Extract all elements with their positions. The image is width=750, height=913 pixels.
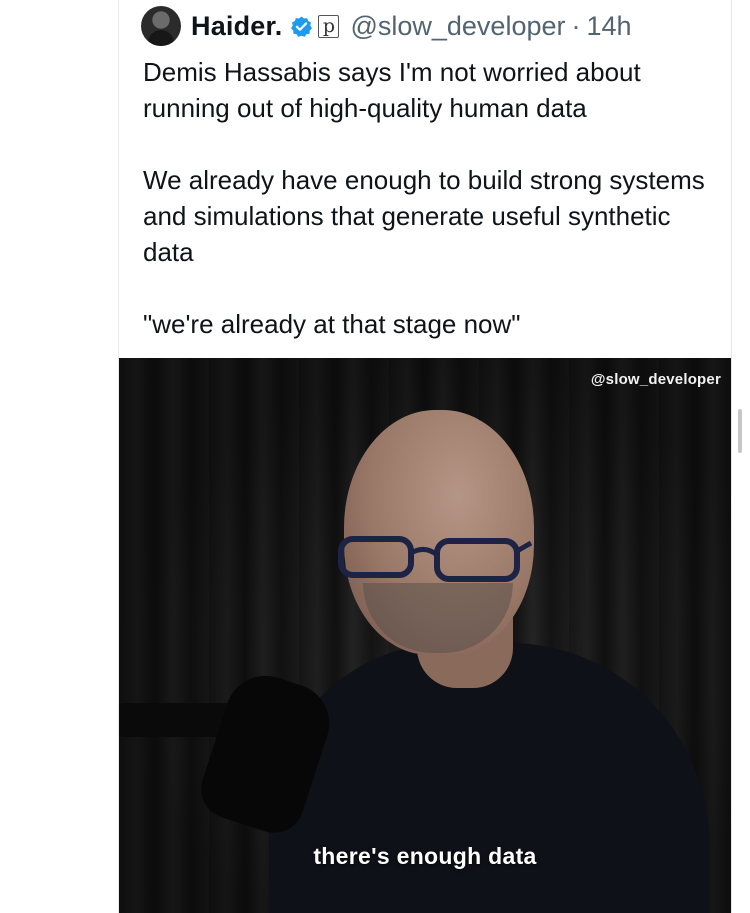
video-caption: there's enough data [313, 843, 537, 869]
tweet-timestamp[interactable]: 14h [586, 11, 631, 42]
tweet-paragraph: Demis Hassabis says I'm not worried abou… [143, 57, 641, 123]
tweet-card[interactable]: Haider. p @slow_developer · 14h Demis Ha… [118, 0, 732, 913]
separator-dot: · [571, 10, 581, 41]
glasses-icon [338, 536, 533, 582]
tweet-paragraph: "we're already at that stage now" [143, 309, 521, 339]
avatar[interactable] [141, 6, 181, 46]
video-watermark: @slow_developer [590, 371, 721, 388]
verified-badge-icon [291, 15, 313, 37]
p-badge-icon: p [318, 14, 340, 38]
display-name[interactable]: Haider. [191, 11, 282, 42]
author-handle[interactable]: @slow_developer [350, 11, 565, 42]
tweet-header: Haider. p @slow_developer · 14h [141, 4, 632, 48]
tweet-paragraph: We already have enough to build strong s… [143, 165, 705, 267]
video-player[interactable]: @slow_developer there's enough data [119, 358, 731, 913]
scrollbar-thumb[interactable] [738, 409, 742, 453]
tweet-text: Demis Hassabis says I'm not worried abou… [143, 54, 723, 342]
